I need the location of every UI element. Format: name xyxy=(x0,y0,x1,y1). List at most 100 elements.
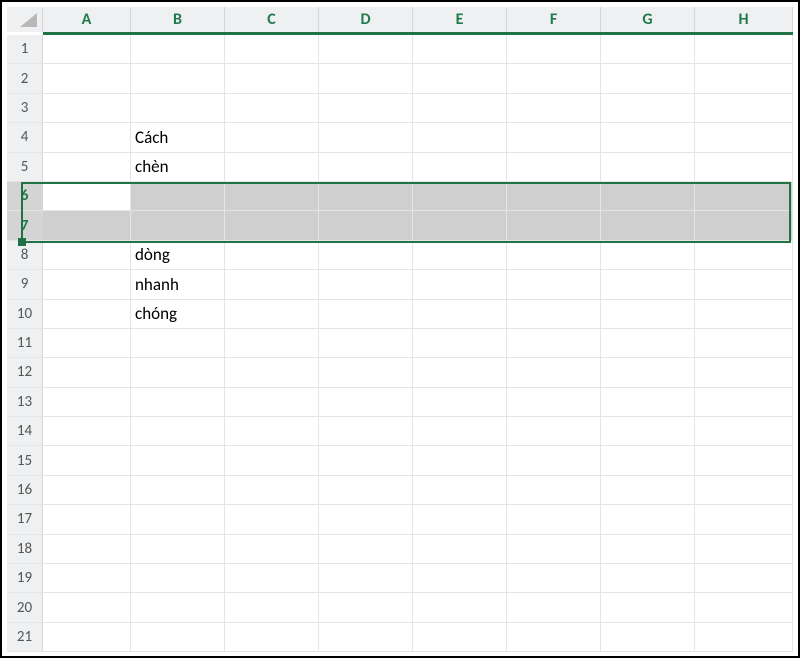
cell-C9[interactable] xyxy=(225,270,319,298)
cell-G2[interactable] xyxy=(601,64,695,92)
cell-E14[interactable] xyxy=(413,417,507,445)
cell-A15[interactable] xyxy=(43,446,131,474)
cell-C1[interactable] xyxy=(225,35,319,63)
cell-D11[interactable] xyxy=(319,329,413,357)
cell-F19[interactable] xyxy=(507,564,601,592)
cell-F6[interactable] xyxy=(507,182,601,210)
cell-B3[interactable] xyxy=(131,94,225,122)
cell-F9[interactable] xyxy=(507,270,601,298)
cell-C18[interactable] xyxy=(225,535,319,563)
cell-C7[interactable] xyxy=(225,211,319,239)
cell-E1[interactable] xyxy=(413,35,507,63)
col-header-b[interactable]: B xyxy=(131,7,225,32)
cell-E9[interactable] xyxy=(413,270,507,298)
cell-G5[interactable] xyxy=(601,153,695,181)
cell-D13[interactable] xyxy=(319,388,413,416)
cell-C19[interactable] xyxy=(225,564,319,592)
row-header-15[interactable]: 15 xyxy=(7,446,43,474)
cell-A6[interactable] xyxy=(43,182,131,210)
cell-H10[interactable] xyxy=(695,300,793,328)
cell-H19[interactable] xyxy=(695,564,793,592)
cell-E20[interactable] xyxy=(413,593,507,621)
cell-D18[interactable] xyxy=(319,535,413,563)
cell-B21[interactable] xyxy=(131,623,225,651)
cell-F17[interactable] xyxy=(507,505,601,533)
row-header-5[interactable]: 5 xyxy=(7,153,43,181)
row-header-7[interactable]: 7 xyxy=(7,211,43,239)
cell-H13[interactable] xyxy=(695,388,793,416)
cell-B13[interactable] xyxy=(131,388,225,416)
cell-B1[interactable] xyxy=(131,35,225,63)
cell-H11[interactable] xyxy=(695,329,793,357)
cell-A17[interactable] xyxy=(43,505,131,533)
cell-H1[interactable] xyxy=(695,35,793,63)
row-header-2[interactable]: 2 xyxy=(7,64,43,92)
cell-E7[interactable] xyxy=(413,211,507,239)
cell-B5[interactable]: chèn xyxy=(131,153,225,181)
cell-B15[interactable] xyxy=(131,446,225,474)
cell-C6[interactable] xyxy=(225,182,319,210)
cell-H16[interactable] xyxy=(695,476,793,504)
cell-G15[interactable] xyxy=(601,446,695,474)
cell-E2[interactable] xyxy=(413,64,507,92)
cell-A21[interactable] xyxy=(43,623,131,651)
row-header-6[interactable]: 6 xyxy=(7,182,43,210)
cell-C2[interactable] xyxy=(225,64,319,92)
cell-H4[interactable] xyxy=(695,123,793,151)
cell-C13[interactable] xyxy=(225,388,319,416)
cell-B10[interactable]: chóng xyxy=(131,300,225,328)
cell-E17[interactable] xyxy=(413,505,507,533)
cell-H15[interactable] xyxy=(695,446,793,474)
cell-C4[interactable] xyxy=(225,123,319,151)
cell-E10[interactable] xyxy=(413,300,507,328)
cell-H17[interactable] xyxy=(695,505,793,533)
cell-F1[interactable] xyxy=(507,35,601,63)
cell-G18[interactable] xyxy=(601,535,695,563)
cell-H5[interactable] xyxy=(695,153,793,181)
cell-A3[interactable] xyxy=(43,94,131,122)
row-header-8[interactable]: 8 xyxy=(7,241,43,269)
cell-G13[interactable] xyxy=(601,388,695,416)
cell-C14[interactable] xyxy=(225,417,319,445)
cell-D9[interactable] xyxy=(319,270,413,298)
cell-D2[interactable] xyxy=(319,64,413,92)
cell-D1[interactable] xyxy=(319,35,413,63)
cell-A2[interactable] xyxy=(43,64,131,92)
cell-G4[interactable] xyxy=(601,123,695,151)
cell-A19[interactable] xyxy=(43,564,131,592)
cell-A10[interactable] xyxy=(43,300,131,328)
cell-D3[interactable] xyxy=(319,94,413,122)
cell-H18[interactable] xyxy=(695,535,793,563)
cell-B20[interactable] xyxy=(131,593,225,621)
cell-G8[interactable] xyxy=(601,241,695,269)
cell-D19[interactable] xyxy=(319,564,413,592)
col-header-h[interactable]: H xyxy=(695,7,793,32)
cell-D4[interactable] xyxy=(319,123,413,151)
cell-E3[interactable] xyxy=(413,94,507,122)
cell-G17[interactable] xyxy=(601,505,695,533)
cell-C11[interactable] xyxy=(225,329,319,357)
cell-H12[interactable] xyxy=(695,358,793,386)
cell-A13[interactable] xyxy=(43,388,131,416)
cell-F5[interactable] xyxy=(507,153,601,181)
row-header-10[interactable]: 10 xyxy=(7,300,43,328)
col-header-c[interactable]: C xyxy=(225,7,319,32)
col-header-g[interactable]: G xyxy=(601,7,695,32)
cell-B2[interactable] xyxy=(131,64,225,92)
cell-B18[interactable] xyxy=(131,535,225,563)
row-header-3[interactable]: 3 xyxy=(7,94,43,122)
cell-D20[interactable] xyxy=(319,593,413,621)
cell-A7[interactable] xyxy=(43,211,131,239)
cell-A20[interactable] xyxy=(43,593,131,621)
cell-A14[interactable] xyxy=(43,417,131,445)
cell-H14[interactable] xyxy=(695,417,793,445)
spreadsheet-grid[interactable]: A B C D E F G H 1234Cách5chèn678dòng9nha… xyxy=(7,7,793,653)
cell-A9[interactable] xyxy=(43,270,131,298)
cell-F4[interactable] xyxy=(507,123,601,151)
cell-G20[interactable] xyxy=(601,593,695,621)
cell-B7[interactable] xyxy=(131,211,225,239)
cell-F20[interactable] xyxy=(507,593,601,621)
cell-D6[interactable] xyxy=(319,182,413,210)
cell-C16[interactable] xyxy=(225,476,319,504)
cell-C12[interactable] xyxy=(225,358,319,386)
